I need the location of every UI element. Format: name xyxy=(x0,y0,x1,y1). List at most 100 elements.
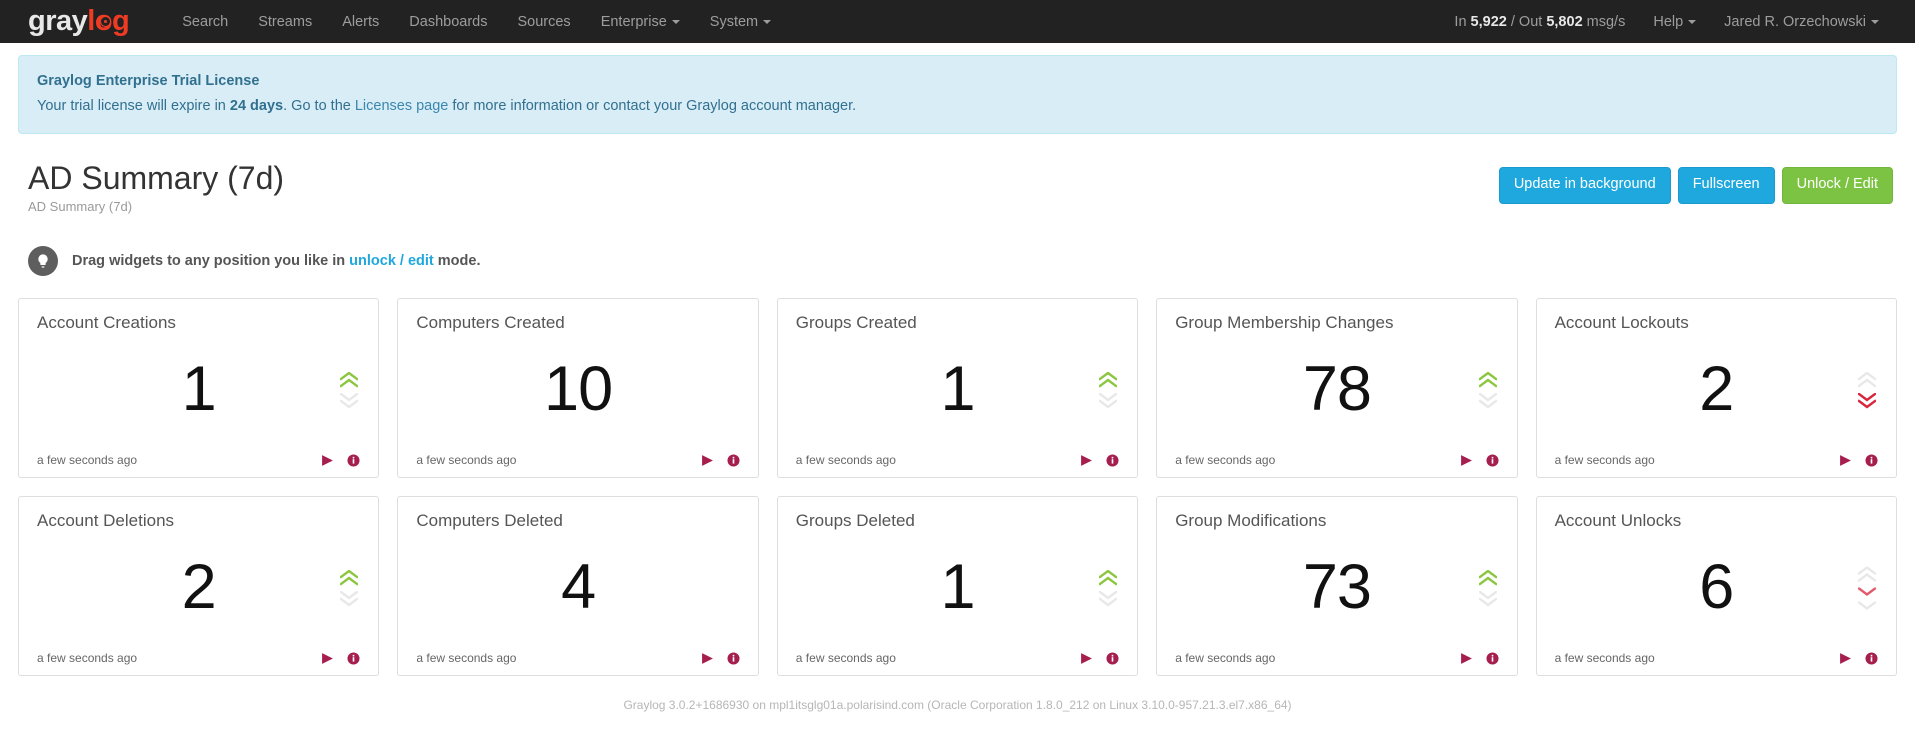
licenses-page-link[interactable]: Licenses page xyxy=(355,98,449,114)
nav-link-label: Enterprise xyxy=(600,13,667,30)
widget-card[interactable]: Account Unlocks 6 a few seconds ago xyxy=(1535,496,1897,677)
nav-item-help[interactable]: Help xyxy=(1639,2,1710,42)
chevron-down-icon xyxy=(671,19,680,24)
nav-item-enterprise[interactable]: Enterprise xyxy=(586,2,695,42)
info-icon[interactable] xyxy=(1486,454,1499,467)
license-banner-body: Your trial license will expire in 24 day… xyxy=(37,96,1878,117)
widget-timestamp: a few seconds ago xyxy=(37,651,138,666)
widget-footer: a few seconds ago xyxy=(37,453,360,467)
widget-body: 73 xyxy=(1175,531,1498,651)
widget-card[interactable]: Computers Created 10 a few seconds ago xyxy=(397,298,759,479)
lightbulb-icon xyxy=(28,246,58,277)
version-info: Graylog 3.0.2+1686930 on mpl1itsglg01a.p… xyxy=(623,698,1292,713)
trend-indicator xyxy=(1478,570,1497,612)
trend-down-icon xyxy=(1857,393,1876,414)
play-icon[interactable] xyxy=(1080,454,1093,467)
info-icon[interactable] xyxy=(1865,652,1878,665)
widget-footer-icons xyxy=(1080,454,1119,467)
play-icon[interactable] xyxy=(321,454,334,467)
widget-footer-icons xyxy=(1460,454,1499,467)
widget-value: 10 xyxy=(544,353,613,424)
nav-item-streams[interactable]: Streams xyxy=(243,2,327,42)
widget-title: Groups Deleted xyxy=(795,511,915,531)
widget-title: Group Membership Changes xyxy=(1175,313,1394,333)
trend-up-icon-muted xyxy=(1857,372,1876,393)
trend-down-icon-muted xyxy=(1099,393,1118,414)
play-icon[interactable] xyxy=(701,652,714,665)
widget-timestamp: a few seconds ago xyxy=(416,651,517,666)
info-icon[interactable] xyxy=(347,652,360,665)
play-icon[interactable] xyxy=(1080,652,1093,665)
widget-body: 2 xyxy=(1555,333,1878,453)
widget-card[interactable]: Group Membership Changes 78 a few seconds … xyxy=(1156,298,1518,479)
play-icon[interactable] xyxy=(1460,652,1473,665)
chevron-down-icon xyxy=(763,19,772,24)
widget-title: Account Unlocks xyxy=(1554,511,1682,531)
info-icon[interactable] xyxy=(347,454,360,467)
license-text-middle: . Go to the xyxy=(283,98,355,115)
widget-card[interactable]: Computers Deleted 4 a few seconds ago xyxy=(397,496,759,677)
widget-footer: a few seconds ago xyxy=(37,651,360,665)
info-icon[interactable] xyxy=(1865,454,1878,467)
widget-timestamp: a few seconds ago xyxy=(795,453,896,468)
license-banner: Graylog Enterprise Trial License Your tr… xyxy=(18,55,1897,135)
play-icon[interactable] xyxy=(1460,454,1473,467)
nav-item-dashboards[interactable]: Dashboards xyxy=(394,2,502,42)
play-icon[interactable] xyxy=(1839,652,1852,665)
widget-value: 1 xyxy=(940,551,975,622)
primary-nav: Search Streams Alerts Dashboards Sources Ente… xyxy=(167,2,786,42)
widget-timestamp: a few seconds ago xyxy=(1554,453,1655,468)
widget-footer: a few seconds ago xyxy=(796,453,1119,467)
widget-card[interactable]: Groups Created 1 a few seconds ago xyxy=(776,298,1139,479)
nav-item-search[interactable]: Search xyxy=(167,2,243,42)
widget-footer: a few seconds ago xyxy=(1175,651,1499,666)
info-icon[interactable] xyxy=(727,652,740,665)
widget-value: 78 xyxy=(1302,353,1372,424)
play-icon[interactable] xyxy=(321,652,334,665)
widget-body: 2 xyxy=(37,531,360,651)
widget-footer: a few seconds ago xyxy=(1175,453,1499,467)
widget-footer: a few seconds ago xyxy=(1555,453,1878,467)
widget-title: Group Modifications xyxy=(1175,511,1327,531)
widget-card[interactable]: Account Deletions 2 a few seconds ago xyxy=(18,496,380,677)
widget-card[interactable]: Group Modifications 73 a few seconds ago xyxy=(1156,496,1518,677)
widget-footer: a few seconds ago xyxy=(796,651,1119,665)
widget-card[interactable]: Account Lockouts 2 a few seconds ago xyxy=(1535,298,1897,479)
play-icon[interactable] xyxy=(1839,454,1852,467)
widget-title: Account Deletions xyxy=(37,511,175,531)
trend-down-icon-muted xyxy=(1099,591,1118,612)
widget-timestamp: a few seconds ago xyxy=(1175,651,1276,666)
info-icon[interactable] xyxy=(1106,454,1119,467)
info-icon[interactable] xyxy=(1106,652,1119,665)
nav-item-system[interactable]: System xyxy=(695,2,786,42)
info-icon[interactable] xyxy=(727,454,740,467)
widget-body: 10 xyxy=(416,333,739,453)
fullscreen-button[interactable]: Fullscreen xyxy=(1677,167,1775,204)
info-icon[interactable] xyxy=(1486,652,1499,665)
nav-item-alerts[interactable]: Alerts xyxy=(327,2,394,42)
license-banner-title: Graylog Enterprise Trial License xyxy=(37,73,260,89)
widget-footer-icons xyxy=(701,652,740,665)
logo-text-gray: gray xyxy=(28,5,88,37)
unlock-edit-link[interactable]: unlock / edit xyxy=(349,253,434,269)
hint-text-before: Drag widgets to any position you like in xyxy=(72,253,350,270)
widget-row: Account Creations 1 a few seconds ago Compu… xyxy=(18,298,1897,479)
widget-card[interactable]: Account Creations 1 a few seconds ago xyxy=(18,298,380,479)
throughput-unit: msg/s xyxy=(1582,13,1626,30)
unlock-edit-button[interactable]: Unlock / Edit xyxy=(1781,167,1893,204)
graylog-logo[interactable]: graylog xyxy=(28,5,130,37)
nav-link-label: System xyxy=(709,13,759,30)
widget-value: 2 xyxy=(1699,353,1734,424)
nav-item-user-menu[interactable]: Jared R. Orzechowski xyxy=(1710,2,1893,42)
play-icon[interactable] xyxy=(701,454,714,467)
widget-card[interactable]: Groups Deleted 1 a few seconds ago xyxy=(776,496,1139,677)
update-in-background-button[interactable]: Update in background xyxy=(1498,167,1671,204)
top-navbar: graylog Search Streams Alerts Dashboards Sou… xyxy=(0,0,1915,43)
nav-item-sources[interactable]: Sources xyxy=(502,2,585,42)
trend-down-icon-muted xyxy=(1478,591,1497,612)
widget-body: 4 xyxy=(416,531,739,651)
chevron-down-icon xyxy=(1688,19,1697,24)
trend-up-icon xyxy=(1478,372,1497,393)
trend-down-icon-muted xyxy=(1478,393,1497,414)
trend-down-icon-muted xyxy=(1857,601,1876,616)
